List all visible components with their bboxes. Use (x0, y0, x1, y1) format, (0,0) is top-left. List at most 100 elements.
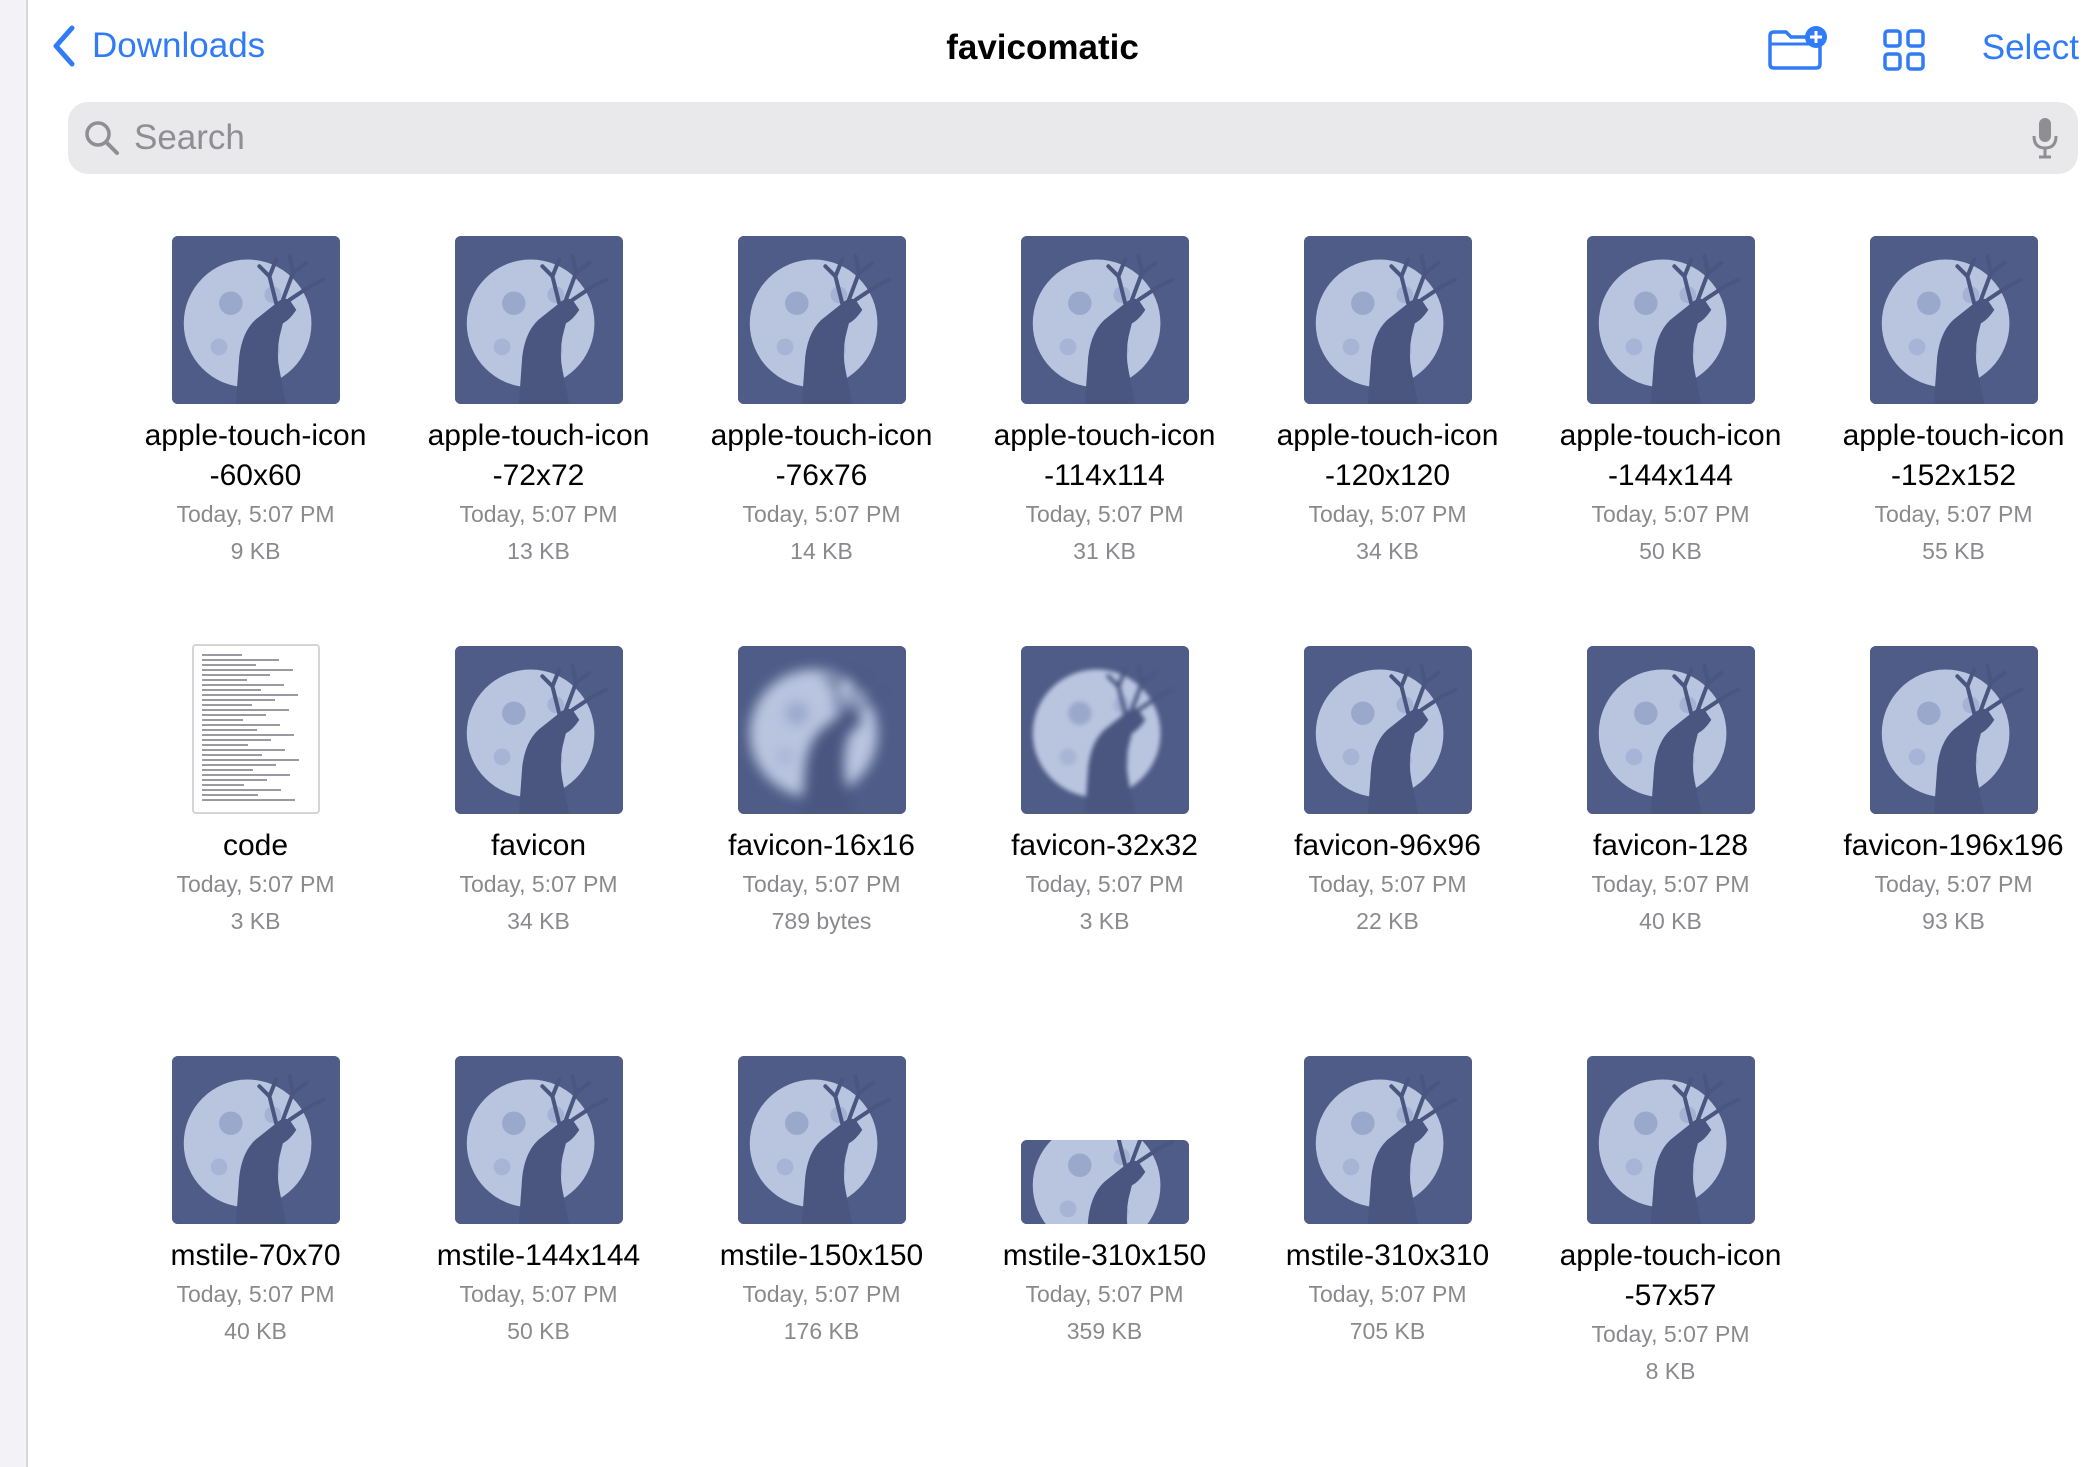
image-thumbnail (1303, 236, 1472, 404)
file-item[interactable]: mstile-310x310 Today, 5:07 PM 705 KB (1246, 1054, 1529, 1454)
microphone-icon[interactable] (2030, 116, 2060, 160)
file-size: 9 KB (230, 538, 281, 564)
file-item[interactable]: favicon-196x196 Today, 5:07 PM 93 KB (1812, 644, 2095, 1054)
file-size: 50 KB (1639, 538, 1702, 564)
file-size: 40 KB (1639, 908, 1702, 934)
file-name: apple-touch-icon-144x144 (1559, 419, 1782, 492)
thumbnail-container (1020, 644, 1190, 814)
file-size: 13 KB (507, 538, 570, 564)
file-item[interactable]: apple-touch-icon-76x76 Today, 5:07 PM 14 K… (680, 234, 963, 644)
document-thumbnail (191, 644, 320, 814)
file-name: code (222, 829, 289, 862)
text-line (201, 719, 243, 721)
file-item[interactable]: favicon-32x32 Today, 5:07 PM 3 KB (963, 644, 1246, 1054)
file-size: 14 KB (790, 538, 853, 564)
thumbnail-container (454, 234, 624, 404)
sidebar-edge (0, 0, 28, 1467)
thumbnail-container (737, 234, 907, 404)
text-line (201, 694, 298, 696)
file-size: 789 bytes (771, 908, 872, 934)
text-line (201, 714, 266, 716)
file-name: mstile-310x150 (1002, 1239, 1207, 1272)
file-name: apple-touch-icon-57x57 (1559, 1239, 1782, 1312)
new-folder-button[interactable] (1766, 24, 1828, 77)
image-thumbnail (171, 1056, 340, 1224)
text-line (201, 679, 247, 681)
search-bar[interactable] (68, 102, 2078, 174)
file-item[interactable]: mstile-150x150 Today, 5:07 PM 176 KB (680, 1054, 963, 1454)
file-date: Today, 5:07 PM (176, 871, 335, 897)
file-item[interactable]: favicon-16x16 Today, 5:07 PM 789 bytes (680, 644, 963, 1054)
file-item[interactable]: favicon-128 Today, 5:07 PM 40 KB (1529, 644, 1812, 1054)
text-line (201, 704, 252, 706)
thumbnail-container (171, 1054, 341, 1224)
text-line (201, 774, 290, 776)
thumbnail-container (1869, 234, 2039, 404)
file-item[interactable]: apple-touch-icon-57x57 Today, 5:07 PM 8 KB (1529, 1054, 1812, 1454)
file-name: favicon-128 (1592, 829, 1749, 862)
text-line (201, 764, 276, 766)
file-name: apple-touch-icon-152x152 (1842, 419, 2065, 492)
view-options-button[interactable] (1882, 28, 1926, 77)
folder-plus-icon (1768, 26, 1827, 70)
thumbnail-container (171, 644, 341, 814)
thumbnail-container (454, 1054, 624, 1224)
text-line (201, 769, 253, 771)
text-line (201, 794, 258, 796)
file-date: Today, 5:07 PM (1591, 871, 1750, 897)
file-item[interactable]: mstile-70x70 Today, 5:07 PM 40 KB (114, 1054, 397, 1454)
image-thumbnail (454, 236, 623, 404)
file-item[interactable]: apple-touch-icon-60x60 Today, 5:07 PM 9 KB (114, 234, 397, 644)
file-date: Today, 5:07 PM (1874, 871, 2033, 897)
file-item[interactable]: apple-touch-icon-144x144 Today, 5:07 PM 50… (1529, 234, 1812, 644)
text-line (201, 724, 280, 726)
image-thumbnail (1020, 646, 1189, 814)
text-line (201, 784, 244, 786)
file-date: Today, 5:07 PM (742, 871, 901, 897)
text-line (201, 754, 262, 756)
file-name: favicon-32x32 (1011, 829, 1198, 862)
file-size: 8 KB (1645, 1358, 1696, 1384)
text-line (201, 749, 285, 751)
file-date: Today, 5:07 PM (1025, 501, 1184, 527)
file-size: 359 KB (1066, 1318, 1143, 1344)
text-line (201, 739, 271, 741)
file-item[interactable]: apple-touch-icon-114x114 Today, 5:07 PM 31… (963, 234, 1246, 644)
file-name: mstile-70x70 (170, 1239, 341, 1272)
thumbnail-container (1020, 234, 1190, 404)
image-thumbnail (737, 236, 906, 404)
text-line (201, 654, 242, 656)
file-size: 705 KB (1349, 1318, 1426, 1344)
file-date: Today, 5:07 PM (1308, 871, 1467, 897)
file-item[interactable]: mstile-144x144 Today, 5:07 PM 50 KB (397, 1054, 680, 1454)
file-date: Today, 5:07 PM (1874, 501, 2033, 527)
file-name: apple-touch-icon-114x114 (993, 419, 1216, 492)
select-button[interactable]: Select (1982, 28, 2079, 68)
image-thumbnail (1303, 646, 1472, 814)
file-name: mstile-150x150 (719, 1239, 924, 1272)
image-thumbnail (454, 646, 623, 814)
text-line (201, 674, 270, 676)
thumbnail-container (1869, 644, 2039, 814)
file-date: Today, 5:07 PM (1591, 501, 1750, 527)
file-size: 55 KB (1922, 538, 1985, 564)
file-item[interactable]: apple-touch-icon-72x72 Today, 5:07 PM 13 K… (397, 234, 680, 644)
thumbnail-container (1586, 1054, 1756, 1224)
image-thumbnail (1303, 1056, 1472, 1224)
file-item[interactable]: apple-touch-icon-152x152 Today, 5:07 PM 55… (1812, 234, 2095, 644)
file-size: 40 KB (224, 1318, 287, 1344)
file-name: favicon-16x16 (728, 829, 915, 862)
search-input[interactable] (132, 117, 1936, 159)
file-name: apple-touch-icon-60x60 (144, 419, 367, 492)
text-line (201, 689, 261, 691)
file-name: favicon-196x196 (1843, 829, 2064, 862)
file-item[interactable]: code Today, 5:07 PM 3 KB (114, 644, 397, 1054)
text-line (201, 759, 299, 761)
image-thumbnail (1020, 1140, 1189, 1224)
file-item[interactable]: favicon Today, 5:07 PM 34 KB (397, 644, 680, 1054)
file-item[interactable]: favicon-96x96 Today, 5:07 PM 22 KB (1246, 644, 1529, 1054)
file-item[interactable]: apple-touch-icon-120x120 Today, 5:07 PM 34… (1246, 234, 1529, 644)
file-item[interactable]: mstile-310x150 Today, 5:07 PM 359 KB (963, 1054, 1246, 1454)
text-line (201, 799, 295, 801)
file-size: 176 KB (783, 1318, 860, 1344)
